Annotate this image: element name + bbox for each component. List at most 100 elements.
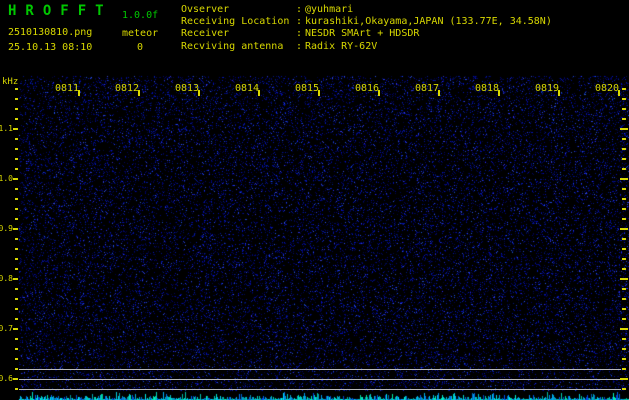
meteor-counter-value: 0: [137, 42, 144, 53]
info-value: @yuhmari: [305, 4, 354, 15]
tick-mark: [622, 268, 626, 270]
tick-mark: [15, 188, 18, 190]
info-label: Receiving Location: [181, 16, 290, 27]
station-info: Ovserver: @yuhmari Receiving Location: kur…: [181, 4, 552, 53]
freq-tick-label: 1.1: [0, 124, 13, 133]
time-tick-label: 0814: [235, 83, 260, 94]
info-value: Radix RY-62V: [305, 41, 378, 52]
freq-tick-label: 0.7: [0, 324, 13, 333]
freq-tick-label: 0.6: [0, 374, 13, 383]
station-info-row: Receiver: NESDR SMArt + HDSDR: [181, 28, 552, 40]
tick-mark: [13, 378, 18, 380]
tick-mark: [13, 178, 18, 180]
freq-tick-label: 0.9: [0, 224, 13, 233]
tick-mark: [15, 168, 18, 170]
station-info-row: Receiving Location: kurashiki,Okayama,JAP…: [181, 16, 552, 28]
tick-mark: [620, 328, 628, 330]
frequency-axis-unit: kHz: [2, 77, 19, 87]
tick-mark: [15, 148, 18, 150]
tick-mark: [622, 248, 626, 250]
tick-mark: [15, 298, 18, 300]
info-label: Ovserver: [181, 4, 230, 15]
tick-mark: [15, 368, 18, 370]
tick-mark: [620, 128, 628, 130]
tick-mark: [15, 338, 18, 340]
tick-mark: [622, 318, 626, 320]
tick-mark: [13, 328, 18, 330]
tick-mark: [622, 108, 626, 110]
tick-mark: [622, 388, 626, 390]
time-tick-label: 0812: [115, 83, 140, 94]
time-tick-label: 0819: [535, 83, 560, 94]
info-label: Recviving antenna: [181, 41, 284, 52]
info-colon: :: [296, 4, 303, 15]
tick-mark: [620, 228, 628, 230]
tick-mark: [622, 218, 626, 220]
tick-mark: [622, 298, 626, 300]
tick-mark: [620, 378, 628, 380]
tick-mark: [13, 278, 18, 280]
tick-mark: [15, 118, 18, 120]
tick-mark: [622, 288, 626, 290]
tick-mark: [622, 258, 626, 260]
tick-mark: [15, 108, 18, 110]
tick-mark: [15, 88, 18, 90]
info-colon: :: [296, 41, 303, 52]
tick-mark: [622, 338, 626, 340]
tick-mark: [13, 228, 18, 230]
tick-mark: [622, 158, 626, 160]
tick-mark: [622, 358, 626, 360]
time-tick-label: 0815: [295, 83, 320, 94]
time-tick-label: 0817: [415, 83, 440, 94]
tick-mark: [15, 218, 18, 220]
tick-mark: [15, 358, 18, 360]
tick-mark: [15, 158, 18, 160]
tick-mark: [15, 318, 18, 320]
freq-tick-label: 1.0: [0, 174, 13, 183]
app-version: 1.0.0f: [122, 10, 159, 21]
station-info-row: Ovserver: @yuhmari: [181, 4, 552, 16]
tick-mark: [622, 88, 626, 90]
station-info-row: Recviving antenna: Radix RY-62V: [181, 41, 552, 53]
info-colon: :: [296, 28, 303, 39]
tick-mark: [15, 238, 18, 240]
tick-mark: [622, 198, 626, 200]
tick-mark: [15, 208, 18, 210]
tick-mark: [15, 288, 18, 290]
tick-mark: [622, 238, 626, 240]
tick-mark: [622, 368, 626, 370]
output-filename: 2510130810.png: [8, 27, 93, 38]
tick-mark: [15, 248, 18, 250]
info-value: kurashiki,Okayama,JAPAN (133.77E, 34.58N…: [305, 16, 552, 27]
tick-mark: [15, 198, 18, 200]
carrier-line: [19, 369, 621, 370]
tick-mark: [620, 178, 628, 180]
observation-datetime: 25.10.13 08:10: [8, 42, 93, 53]
carrier-line: [19, 379, 621, 380]
tick-mark: [15, 258, 18, 260]
tick-mark: [622, 308, 626, 310]
tick-mark: [620, 278, 628, 280]
time-tick-label: 0818: [475, 83, 500, 94]
info-value: NESDR SMArt + HDSDR: [305, 28, 420, 39]
tick-mark: [15, 388, 18, 390]
tick-mark: [15, 138, 18, 140]
tick-mark: [622, 168, 626, 170]
tick-mark: [15, 348, 18, 350]
tick-mark: [15, 98, 18, 100]
tick-mark: [622, 188, 626, 190]
info-colon: :: [296, 16, 303, 27]
tick-mark: [622, 138, 626, 140]
time-tick-label: 0816: [355, 83, 380, 94]
info-label: Receiver: [181, 28, 230, 39]
tick-mark: [622, 98, 626, 100]
meteor-counter-label: meteor: [122, 28, 159, 39]
tick-mark: [13, 128, 18, 130]
time-tick-label: 0813: [175, 83, 200, 94]
app-title: HROFFT: [8, 3, 113, 19]
freq-tick-label: 0.8: [0, 274, 13, 283]
tick-mark: [15, 268, 18, 270]
carrier-line: [19, 389, 621, 390]
tick-mark: [622, 348, 626, 350]
tick-mark: [622, 118, 626, 120]
